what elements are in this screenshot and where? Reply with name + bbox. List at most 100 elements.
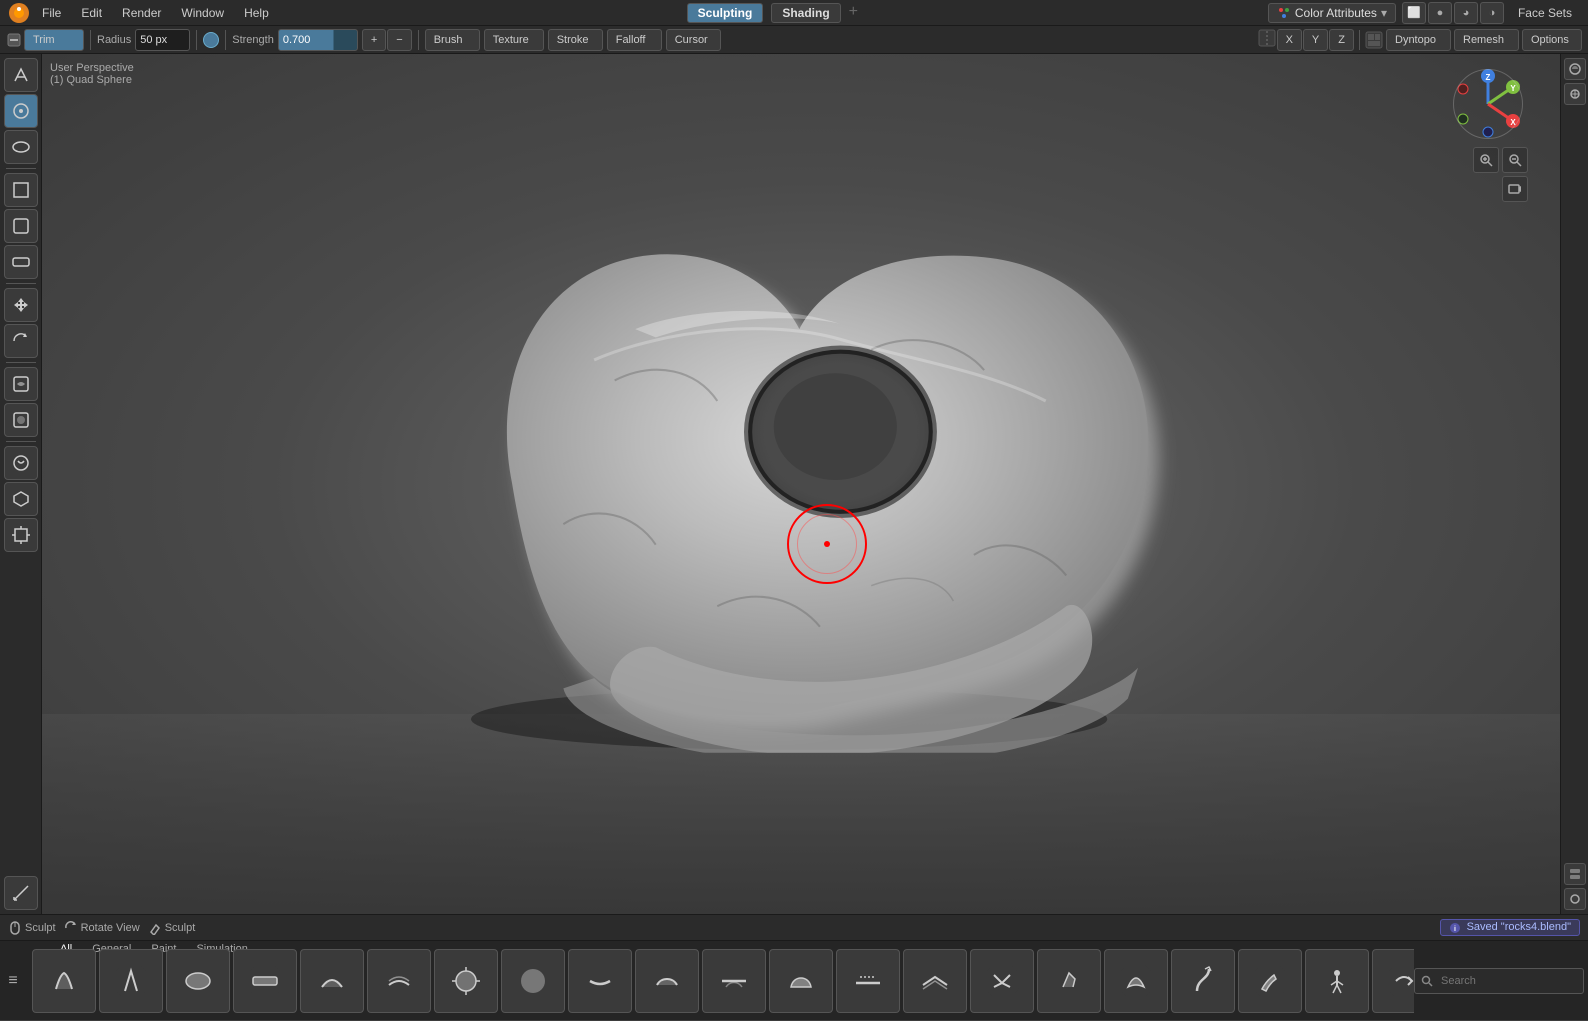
tool-face-set[interactable] bbox=[4, 482, 38, 516]
viewport-shading-group: ⬜ ● ◕ ◑ bbox=[1402, 2, 1504, 24]
strength-slider[interactable]: 0.700 bbox=[278, 29, 358, 51]
rendered-btn[interactable]: ◕ bbox=[1454, 2, 1478, 24]
brush-draw-sharp[interactable] bbox=[99, 949, 163, 1013]
brush-pose[interactable] bbox=[1305, 949, 1369, 1013]
z-sym-btn[interactable]: Z bbox=[1329, 29, 1354, 51]
face-sets-btn[interactable]: Face Sets bbox=[1510, 4, 1580, 22]
brush-grab[interactable] bbox=[1037, 949, 1101, 1013]
radius-input[interactable] bbox=[135, 29, 190, 51]
menu-edit[interactable]: Edit bbox=[73, 4, 110, 22]
sep-3 bbox=[225, 30, 226, 50]
y-sym-btn[interactable]: Y bbox=[1303, 29, 1328, 51]
brush-fill[interactable] bbox=[769, 949, 833, 1013]
solid-btn[interactable]: ● bbox=[1428, 2, 1452, 24]
menu-help[interactable]: Help bbox=[236, 4, 277, 22]
brush-dropdown[interactable]: Brush bbox=[425, 29, 480, 51]
zoom-out-btn[interactable] bbox=[1502, 147, 1528, 173]
sidebar-nav2[interactable] bbox=[1564, 888, 1586, 910]
object-name-label: (1) Quad Sphere bbox=[50, 74, 134, 86]
tool-smooth[interactable] bbox=[4, 130, 38, 164]
tab-sculpting[interactable]: Sculpting bbox=[687, 3, 764, 23]
brush-multiplane[interactable] bbox=[903, 949, 967, 1013]
brush-thumb[interactable] bbox=[1238, 949, 1302, 1013]
tool-measure[interactable] bbox=[4, 876, 38, 910]
tool-rotate[interactable] bbox=[4, 324, 38, 358]
brush-nudge[interactable] bbox=[1372, 949, 1414, 1013]
sep-2 bbox=[196, 30, 197, 50]
orientation-gizmo[interactable]: Z Y X bbox=[1448, 64, 1528, 144]
tool-sculpt[interactable] bbox=[4, 94, 38, 128]
brush-pinch[interactable] bbox=[970, 949, 1034, 1013]
tool-annotate[interactable] bbox=[4, 367, 38, 401]
brush-inflate[interactable] bbox=[434, 949, 498, 1013]
viewport[interactable]: User Perspective (1) Quad Sphere Z bbox=[42, 54, 1588, 914]
left-toolbar bbox=[0, 54, 42, 914]
texture-dropdown[interactable]: Texture bbox=[484, 29, 544, 51]
x-sym-btn[interactable]: X bbox=[1277, 29, 1302, 51]
nav-buttons-row bbox=[1473, 147, 1528, 173]
brush-draw[interactable] bbox=[32, 949, 96, 1013]
status-sculpt-1: Sculpt bbox=[8, 921, 56, 935]
sub-btn[interactable]: − bbox=[387, 29, 411, 51]
brush-crease[interactable] bbox=[568, 949, 632, 1013]
viewport-floor bbox=[42, 714, 1588, 914]
tool-annotate2[interactable] bbox=[4, 403, 38, 437]
brush-mode-dropdown[interactable]: Trim bbox=[24, 29, 84, 51]
options-btn[interactable]: Options bbox=[1522, 29, 1582, 51]
zoom-in-btn[interactable] bbox=[1473, 147, 1499, 173]
menu-window[interactable]: Window bbox=[173, 4, 232, 22]
brush-elastic[interactable] bbox=[1104, 949, 1168, 1013]
left-sep-2 bbox=[6, 283, 36, 284]
tool-transform[interactable] bbox=[4, 518, 38, 552]
tool-box[interactable] bbox=[4, 173, 38, 207]
sep-1 bbox=[90, 30, 91, 50]
sidebar-overlay-btn[interactable] bbox=[1564, 58, 1586, 80]
dyntopo-btn[interactable]: Dyntopo bbox=[1386, 29, 1451, 51]
brush-layer[interactable] bbox=[367, 949, 431, 1013]
add-workspace-btn[interactable]: + bbox=[849, 3, 858, 23]
search-input[interactable] bbox=[1437, 970, 1577, 992]
falloff-dropdown[interactable]: Falloff bbox=[607, 29, 662, 51]
tool-box3[interactable] bbox=[4, 245, 38, 279]
symmetry-group: X Y Z bbox=[1258, 29, 1354, 51]
tray-menu-btn[interactable]: ≡ bbox=[0, 941, 26, 1021]
add-sub-group: + − bbox=[362, 29, 412, 51]
tool-mask[interactable] bbox=[4, 446, 38, 480]
cursor-dropdown[interactable]: Cursor bbox=[666, 29, 721, 51]
rotate-label: Rotate View bbox=[81, 922, 140, 934]
tool-box2[interactable] bbox=[4, 209, 38, 243]
status-sculpt-2: Sculpt bbox=[148, 921, 196, 935]
viewport-canvas: User Perspective (1) Quad Sphere Z bbox=[42, 54, 1588, 914]
wireframe-btn[interactable]: ⬜ bbox=[1402, 2, 1426, 24]
radius-label: Radius bbox=[97, 34, 131, 46]
brush-clay-thumb[interactable] bbox=[300, 949, 364, 1013]
color-attributes-btn[interactable]: Color Attributes ▾ bbox=[1268, 3, 1396, 23]
brush-clay-strips[interactable] bbox=[233, 949, 297, 1013]
camera-btn[interactable] bbox=[1502, 176, 1528, 202]
brush-flatten[interactable] bbox=[702, 949, 766, 1013]
tool-move[interactable] bbox=[4, 288, 38, 322]
stroke-dropdown[interactable]: Stroke bbox=[548, 29, 603, 51]
remesh-btn[interactable]: Remesh bbox=[1454, 29, 1519, 51]
brush-snake-hook[interactable] bbox=[1171, 949, 1235, 1013]
sidebar-gizmo-btn[interactable] bbox=[1564, 83, 1586, 105]
brush-clay[interactable] bbox=[166, 949, 230, 1013]
tool-draw[interactable] bbox=[4, 58, 38, 92]
workspace-tabs: Sculpting Shading + bbox=[281, 3, 1264, 23]
brush-cursor-dot bbox=[824, 541, 830, 547]
eevee-btn[interactable]: ◑ bbox=[1480, 2, 1504, 24]
sep-4 bbox=[418, 30, 419, 50]
brush-smooth[interactable] bbox=[635, 949, 699, 1013]
add-btn[interactable]: + bbox=[362, 29, 386, 51]
main-area: User Perspective (1) Quad Sphere Z bbox=[0, 54, 1588, 914]
brush-blob[interactable] bbox=[501, 949, 565, 1013]
sidebar-nav1[interactable] bbox=[1564, 863, 1586, 885]
search-icon bbox=[1421, 975, 1433, 987]
menu-file[interactable]: File bbox=[34, 4, 69, 22]
status-bar: Sculpt Rotate View Sculpt i Saved "rocks… bbox=[0, 914, 1588, 940]
brush-scrape[interactable] bbox=[836, 949, 900, 1013]
menu-render[interactable]: Render bbox=[114, 4, 169, 22]
search-box[interactable] bbox=[1414, 968, 1584, 994]
tab-shading[interactable]: Shading bbox=[771, 3, 840, 23]
brush-mode-icon bbox=[6, 32, 22, 48]
